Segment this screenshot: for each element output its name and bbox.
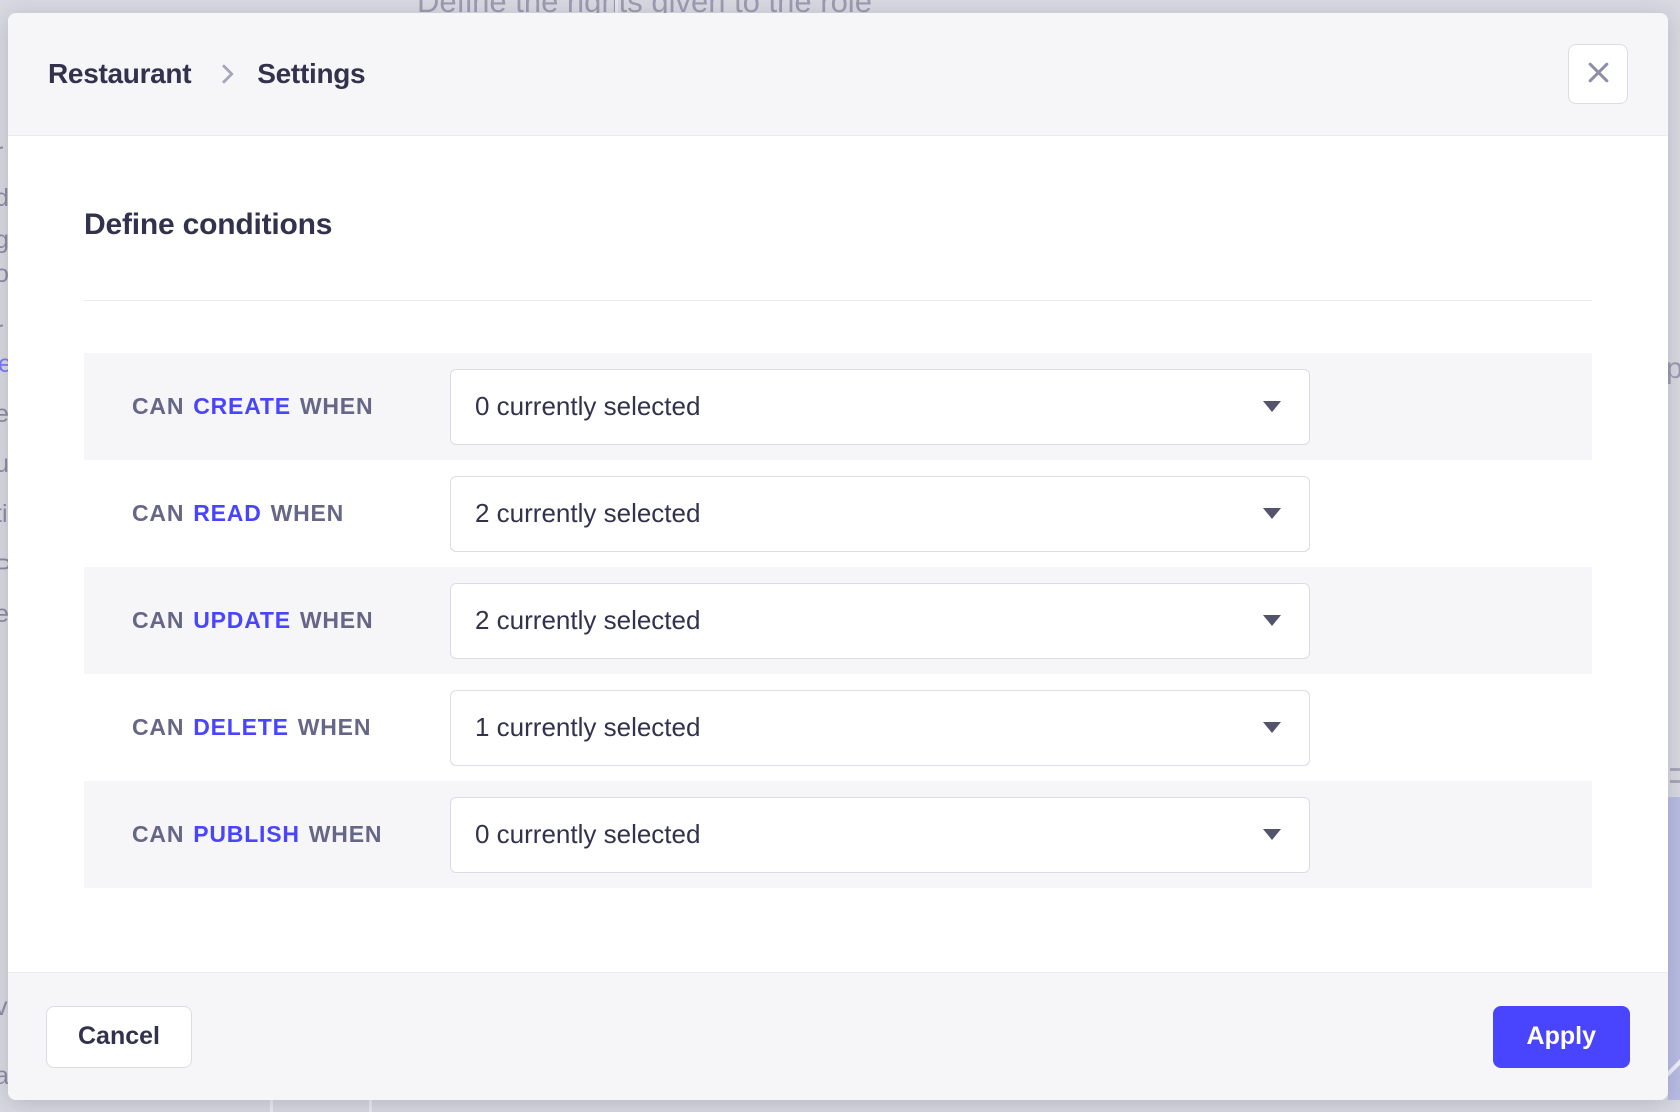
label-suffix: WHEN: [300, 393, 373, 420]
chevron-right-icon: [214, 64, 234, 84]
background-checkmark-fragment: [1668, 1058, 1680, 1076]
select-value: 2 currently selected: [475, 498, 700, 529]
breadcrumb-item-settings: Settings: [257, 58, 365, 90]
condition-label: CAN UPDATE WHEN: [84, 607, 450, 634]
modal-title: Define conditions: [84, 136, 1592, 242]
title-divider: [84, 300, 1592, 301]
background-text-fragment: r: [0, 316, 3, 345]
label-suffix: WHEN: [300, 607, 373, 634]
caret-down-icon: [1263, 615, 1281, 626]
condition-row-read: CAN READ WHEN 2 currently selected: [84, 460, 1592, 567]
close-button[interactable]: [1568, 44, 1628, 104]
caret-down-icon: [1263, 829, 1281, 840]
label-action: CREATE: [193, 393, 291, 420]
label-prefix: CAN: [132, 607, 184, 634]
screen: Define the rights given to the role r d …: [0, 0, 1680, 1112]
condition-label: CAN CREATE WHEN: [84, 393, 450, 420]
select-value: 1 currently selected: [475, 712, 700, 743]
close-icon: [1585, 59, 1612, 89]
condition-label: CAN PUBLISH WHEN: [84, 821, 450, 848]
select-value: 0 currently selected: [475, 819, 700, 850]
breadcrumb: Restaurant Settings: [48, 58, 365, 90]
label-action: READ: [193, 500, 261, 527]
caret-down-icon: [1263, 401, 1281, 412]
condition-label: CAN READ WHEN: [84, 500, 450, 527]
conditions-rows: CAN CREATE WHEN 0 currently selected CAN…: [84, 353, 1592, 888]
select-value: 2 currently selected: [475, 605, 700, 636]
conditions-select-read[interactable]: 2 currently selected: [450, 476, 1310, 552]
apply-button[interactable]: Apply: [1493, 1006, 1630, 1068]
condition-row-update: CAN UPDATE WHEN 2 currently selected: [84, 567, 1592, 674]
label-suffix: WHEN: [271, 500, 344, 527]
label-action: DELETE: [193, 714, 289, 741]
label-action: UPDATE: [193, 607, 291, 634]
select-value: 0 currently selected: [475, 391, 700, 422]
background-text-fragment: ti: [0, 500, 8, 529]
background-text-fragment: p: [1666, 352, 1680, 386]
cancel-button[interactable]: Cancel: [46, 1006, 192, 1068]
caret-down-icon: [1263, 508, 1281, 519]
background-text-fragment: v: [0, 993, 8, 1022]
background-grid-line: [270, 1100, 273, 1112]
caret-down-icon: [1263, 722, 1281, 733]
conditions-select-update[interactable]: 2 currently selected: [450, 583, 1310, 659]
label-prefix: CAN: [132, 393, 184, 420]
conditions-select-delete[interactable]: 1 currently selected: [450, 690, 1310, 766]
background-grid-line: [369, 1100, 372, 1112]
modal-header: Restaurant Settings: [8, 13, 1668, 136]
breadcrumb-item-restaurant: Restaurant: [48, 58, 191, 90]
label-action: PUBLISH: [193, 821, 300, 848]
background-menu-lines: [1670, 768, 1680, 792]
modal-body: Define conditions CAN CREATE WHEN 0 curr…: [8, 136, 1668, 888]
condition-row-delete: CAN DELETE WHEN 1 currently selected: [84, 674, 1592, 781]
label-prefix: CAN: [132, 714, 184, 741]
background-text-fragment: r: [0, 138, 3, 167]
define-conditions-modal: Restaurant Settings Define conditions CA…: [8, 13, 1668, 1100]
conditions-select-publish[interactable]: 0 currently selected: [450, 797, 1310, 873]
label-prefix: CAN: [132, 500, 184, 527]
condition-row-create: CAN CREATE WHEN 0 currently selected: [84, 353, 1592, 460]
label-suffix: WHEN: [309, 821, 382, 848]
label-suffix: WHEN: [298, 714, 371, 741]
condition-row-publish: CAN PUBLISH WHEN 0 currently selected: [84, 781, 1592, 888]
conditions-select-create[interactable]: 0 currently selected: [450, 369, 1310, 445]
modal-footer: Cancel Apply: [8, 972, 1668, 1100]
background-column-divider: [615, 0, 618, 13]
condition-label: CAN DELETE WHEN: [84, 714, 450, 741]
label-prefix: CAN: [132, 821, 184, 848]
background-selected-column-fragment: [1668, 797, 1680, 1100]
